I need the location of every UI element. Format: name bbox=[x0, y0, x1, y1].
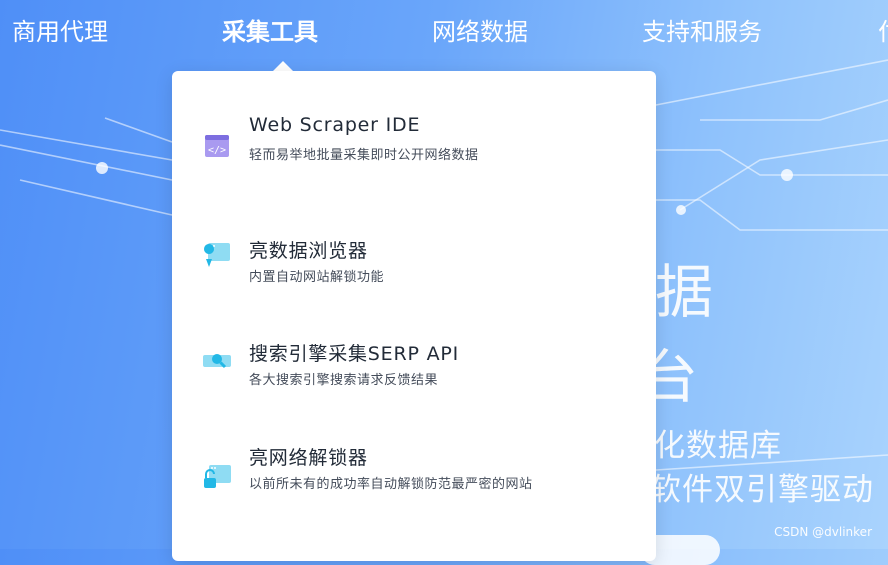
hero-title-line1: 据 bbox=[655, 258, 714, 326]
menu-item-title: 亮数据浏览器 bbox=[249, 240, 368, 262]
menu-item-browser[interactable]: 亮数据浏览器 内置自动网站解锁功能 bbox=[172, 232, 656, 332]
menu-item-desc: 以前所未有的成功率自动解锁防范最严密的网站 bbox=[249, 477, 533, 492]
code-window-icon: </> bbox=[205, 135, 229, 157]
menu-item-title: Web Scraper IDE bbox=[249, 114, 421, 136]
nav-item-support-service[interactable]: 支持和服务 bbox=[642, 12, 762, 47]
unlock-window-icon bbox=[204, 465, 231, 488]
hero-subtitle-line2: 软件双引擎驱动 bbox=[650, 472, 874, 508]
nav-item-more[interactable]: 付 bbox=[878, 12, 888, 47]
nav-item-web-data[interactable]: 网络数据 bbox=[432, 12, 528, 47]
menu-item-desc: 内置自动网站解锁功能 bbox=[249, 270, 385, 285]
menu-item-desc: 各大搜索引擎搜索请求反馈结果 bbox=[249, 373, 439, 388]
browser-pin-icon bbox=[204, 243, 230, 267]
menu-item-web-scraper-ide[interactable]: </> Web Scraper IDE 轻而易举地批量采集即时公开网络数据 bbox=[172, 109, 656, 209]
watermark: CSDN @dvlinker bbox=[774, 525, 872, 539]
nav-item-collection-tools[interactable]: 采集工具 bbox=[222, 12, 318, 47]
menu-item-title: 搜索引擎采集SERP API bbox=[249, 343, 460, 365]
menu-item-serp-api[interactable]: 搜索引擎采集SERP API 各大搜索引擎搜索请求反馈结果 bbox=[172, 337, 656, 437]
menu-item-desc: 轻而易举地批量采集即时公开网络数据 bbox=[249, 148, 479, 163]
svg-text:</>: </> bbox=[208, 145, 226, 156]
collection-tools-dropdown: </> Web Scraper IDE 轻而易举地批量采集即时公开网络数据 亮数… bbox=[172, 71, 656, 561]
nav-item-commercial-proxy[interactable]: 商用代理 bbox=[12, 12, 108, 47]
top-nav: 商用代理 采集工具 网络数据 支持和服务 付 bbox=[0, 0, 888, 60]
search-window-icon bbox=[203, 354, 231, 369]
menu-item-title: 亮网络解锁器 bbox=[249, 447, 368, 469]
menu-item-unlocker[interactable]: 亮网络解锁器 以前所未有的成功率自动解锁防范最严密的网站 bbox=[172, 440, 656, 540]
